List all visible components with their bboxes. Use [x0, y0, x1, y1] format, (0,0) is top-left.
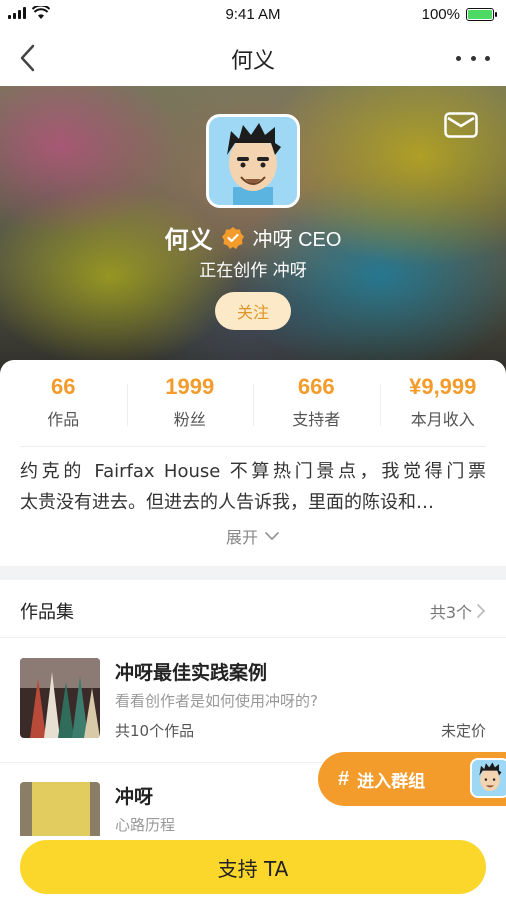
verified-badge-icon — [221, 226, 244, 249]
group-avatar — [470, 758, 506, 798]
join-group-label: 进入群组 — [357, 771, 426, 792]
hashtag-icon: # — [338, 767, 350, 790]
bio-text: 约克的 Fairfax House 不算热门景点，我觉得门票 太贵没有进去。但进… — [20, 456, 486, 518]
stat-value: 66 — [51, 374, 76, 399]
expand-label: 展开 — [225, 528, 258, 547]
stat-value: 666 — [297, 374, 335, 399]
collection-item-title: 冲呀最佳实践案例 — [115, 662, 268, 684]
stat-fans[interactable]: 1999 粉丝 — [126, 374, 254, 436]
chevron-right-icon — [477, 604, 486, 618]
bio-line-1: 约克的 Fairfax House 不算热门景点，我觉得门票 — [20, 461, 486, 482]
more-options-icon[interactable] — [456, 48, 490, 68]
collection-item-title: 冲呀 — [115, 786, 154, 808]
profile-hero: 何义 冲呀 CEO 正在创作 冲呀 关注 — [0, 86, 506, 386]
bio-line-2: 太贵没有进去。但进去的人告诉我，里面的陈设和… — [20, 492, 434, 513]
collection-count[interactable]: 共3个 — [430, 599, 486, 623]
expand-button[interactable]: 展开 — [0, 524, 506, 548]
mail-icon[interactable] — [444, 112, 478, 138]
stat-label: 本月收入 — [410, 410, 475, 429]
stat-works[interactable]: 66 作品 — [0, 374, 127, 436]
follow-button[interactable]: 关注 — [215, 292, 291, 330]
nav-bar: 何义 — [0, 30, 506, 86]
stat-label: 粉丝 — [173, 410, 206, 429]
profile-name: 何义 — [164, 226, 213, 254]
battery-icon — [466, 8, 497, 21]
status-bar: 9:41 AM 100% — [0, 0, 506, 30]
collection-header[interactable]: 作品集 共3个 — [0, 580, 506, 638]
stat-label: 支持者 — [292, 410, 341, 429]
name-row: 何义 冲呀 CEO — [0, 220, 506, 255]
collection-item-desc: 心路历程 — [115, 816, 176, 834]
status-right: 100% — [421, 6, 497, 23]
bottom-bar: 支持 TA — [0, 836, 506, 900]
collection-count-label: 共3个 — [429, 603, 472, 622]
stat-value: ¥9,999 — [409, 374, 477, 399]
profile-status: 正在创作 冲呀 — [199, 261, 307, 281]
chevron-down-icon — [265, 532, 279, 541]
stat-label: 作品 — [47, 410, 80, 429]
stats-row: 66 作品 1999 粉丝 666 支持者 ¥9,999 本月收入 — [0, 374, 506, 436]
support-button[interactable]: 支持 TA — [20, 840, 486, 894]
divider — [20, 446, 486, 447]
collection-item-desc: 看看创作者是如何使用冲呀的? — [115, 692, 318, 710]
profile-role: 冲呀 CEO — [252, 229, 342, 251]
stat-income[interactable]: ¥9,999 本月收入 — [379, 374, 506, 436]
collection-title: 作品集 — [20, 602, 74, 623]
page-title: 何义 — [230, 49, 275, 74]
avatar[interactable] — [206, 114, 300, 208]
collection-item-works: 共10个作品 — [115, 722, 195, 740]
collection-item[interactable]: 冲呀最佳实践案例 看看创作者是如何使用冲呀的? 共10个作品 未定价 — [0, 638, 506, 740]
collection-item-price: 未定价 — [440, 722, 486, 740]
battery-percent: 100% — [421, 6, 460, 23]
profile-card: 66 作品 1999 粉丝 666 支持者 ¥9,999 本月收入 约克的 Fa… — [0, 360, 506, 566]
stat-supporters[interactable]: 666 支持者 — [253, 374, 380, 436]
join-group-button[interactable]: # 进入群组 — [318, 752, 506, 806]
stat-value: 1999 — [165, 374, 215, 399]
collection-thumbnail — [20, 658, 100, 738]
